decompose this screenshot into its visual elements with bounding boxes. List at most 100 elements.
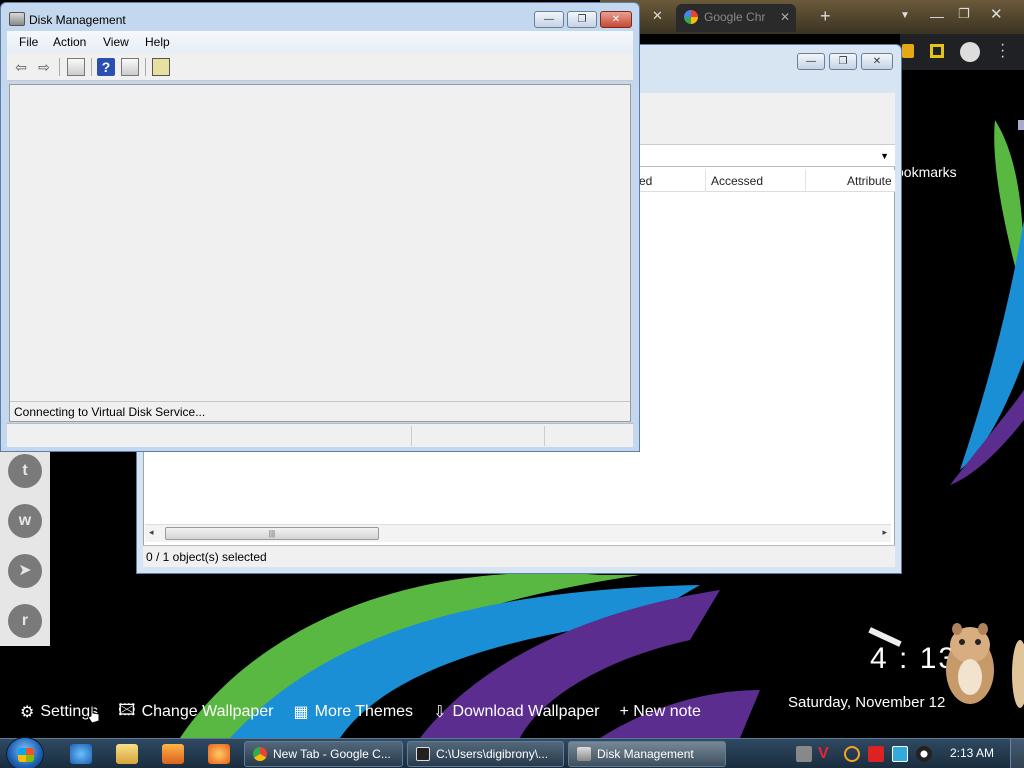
windows-logo-icon xyxy=(18,748,34,762)
google-icon xyxy=(684,10,698,24)
chevron-down-icon[interactable]: ▼ xyxy=(900,10,910,21)
internet-explorer-icon[interactable] xyxy=(70,744,92,764)
reddit-icon[interactable]: r xyxy=(8,604,42,638)
menu-help[interactable]: Help xyxy=(145,35,170,49)
scrollbar-thumb[interactable]: ||| xyxy=(165,527,379,540)
media-player-icon[interactable] xyxy=(162,744,184,764)
taskbar-item-label: New Tab - Google C... xyxy=(273,747,391,761)
horizontal-scrollbar[interactable]: ◂ ||| ▸ xyxy=(145,524,891,542)
picture-icon: 🖾 xyxy=(118,701,136,719)
selection-status: 0 / 1 object(s) selected xyxy=(146,550,267,564)
disk-management-window: Disk Management — ❐ ✕ File Action View H… xyxy=(0,2,640,452)
change-wallpaper-label: Change Wallpaper xyxy=(141,703,274,720)
folder-icon[interactable] xyxy=(116,744,138,764)
back-arrow-icon[interactable]: ⇦ xyxy=(12,58,30,76)
menu-view[interactable]: View xyxy=(103,35,129,49)
download-wallpaper-label: Download Wallpaper xyxy=(452,703,600,720)
7zip-icon xyxy=(416,747,430,761)
column-modified[interactable]: ed xyxy=(639,174,652,188)
gear-icon: ⚙ xyxy=(20,704,35,721)
more-themes-label: More Themes xyxy=(314,703,414,720)
toolbar-separator xyxy=(91,58,92,76)
column-separator[interactable] xyxy=(705,170,706,192)
close-button[interactable]: ✕ xyxy=(861,53,893,70)
scroll-indicator xyxy=(1018,120,1024,130)
date: Saturday, November 12 xyxy=(788,694,946,711)
bottom-links: ⚙ Settings 🖾 Change Wallpaper ▦ More Themes… xyxy=(0,700,701,724)
antivirus-tray-icon[interactable]: V xyxy=(818,746,834,762)
disk-management-statusbar xyxy=(7,423,633,447)
close-icon[interactable]: ✕ xyxy=(652,8,663,24)
close-button[interactable]: ✕ xyxy=(600,11,632,28)
minimize-icon[interactable]: — xyxy=(930,8,944,24)
disk-management-icon xyxy=(9,12,25,26)
hand-cursor-icon xyxy=(87,705,100,724)
taskbar: New Tab - Google C... C:\Users\digibrony… xyxy=(0,737,1024,768)
new-note-label: + New note xyxy=(619,703,701,720)
extension-icon[interactable] xyxy=(930,44,944,58)
menu-bar: File Action View Help xyxy=(7,31,633,53)
column-separator[interactable] xyxy=(805,170,806,192)
app-icon[interactable] xyxy=(208,744,230,764)
toolbar-separator xyxy=(145,58,146,76)
show-hide-tree-icon[interactable] xyxy=(67,58,85,76)
toolbar: ⇦ ⇨ ? xyxy=(7,53,633,81)
menu-file[interactable]: File xyxy=(19,35,38,49)
extension-icon[interactable] xyxy=(902,44,914,58)
properties-icon[interactable] xyxy=(152,58,170,76)
status-separator xyxy=(411,426,412,446)
new-note-link[interactable]: + New note xyxy=(620,703,701,721)
explorer-statusbar: 0 / 1 object(s) selected xyxy=(143,545,895,567)
grid-icon: ▦ xyxy=(293,704,309,721)
change-wallpaper-link[interactable]: 🖾 Change Wallpaper xyxy=(118,699,273,726)
forward-arrow-icon[interactable]: ⇨ xyxy=(35,58,53,76)
taskbar-item-label: Disk Management xyxy=(597,747,694,761)
status-separator xyxy=(544,426,545,446)
kebab-menu-icon[interactable]: · · · xyxy=(1000,37,1005,65)
start-button[interactable] xyxy=(6,737,44,768)
chrome-tab[interactable]: Google Chr ✕ xyxy=(676,4,796,32)
scroll-right-icon[interactable]: ▸ xyxy=(882,527,887,538)
connecting-message: Connecting to Virtual Disk Service... xyxy=(10,401,630,421)
disk-management-icon xyxy=(577,747,591,761)
download-wallpaper-link[interactable]: ⇩ Download Wallpaper xyxy=(433,702,599,722)
restore-icon[interactable]: ❐ xyxy=(958,6,970,22)
minimize-button[interactable]: — xyxy=(534,11,564,28)
twitter-icon[interactable]: t xyxy=(8,454,42,488)
taskbar-item-disk-management[interactable]: Disk Management xyxy=(568,741,726,767)
chevron-down-icon[interactable]: ▼ xyxy=(880,151,889,161)
minimize-button[interactable]: — xyxy=(797,53,825,70)
chrome-tab-label: Google Chr xyxy=(704,10,766,24)
social-sidebar: t w ➤ r xyxy=(0,448,50,646)
display-tray-icon[interactable] xyxy=(892,746,908,762)
column-attributes[interactable]: Attribute xyxy=(847,174,892,188)
help-icon[interactable]: ? xyxy=(97,58,115,76)
show-action-pane-icon[interactable] xyxy=(121,58,139,76)
avatar[interactable] xyxy=(960,42,980,62)
whatsapp-icon[interactable]: w xyxy=(8,504,42,538)
close-icon[interactable]: ✕ xyxy=(990,5,1003,23)
window-title: Disk Management xyxy=(29,13,126,27)
taskbar-clock[interactable]: 2:13 AM xyxy=(950,746,994,760)
column-accessed[interactable]: Accessed xyxy=(711,174,763,188)
more-themes-link[interactable]: ▦ More Themes xyxy=(294,702,414,722)
taskbar-item-7zip[interactable]: C:\Users\digibrony\... xyxy=(407,741,564,767)
taskbar-item-chrome[interactable]: New Tab - Google C... xyxy=(244,741,403,767)
toolbar-separator xyxy=(59,58,60,76)
flag-tray-icon[interactable] xyxy=(868,746,884,762)
search-tray-icon[interactable] xyxy=(844,746,860,762)
maximize-button[interactable]: ❐ xyxy=(829,53,857,70)
show-desktop-button[interactable] xyxy=(1010,739,1024,768)
disk-management-content: Connecting to Virtual Disk Service... xyxy=(9,84,631,422)
menu-action[interactable]: Action xyxy=(53,35,86,49)
telegram-icon[interactable]: ➤ xyxy=(8,554,42,588)
maximize-button[interactable]: ❐ xyxy=(567,11,597,28)
taskbar-item-label: C:\Users\digibrony\... xyxy=(436,747,549,761)
close-icon[interactable]: ✕ xyxy=(780,10,790,24)
download-icon: ⇩ xyxy=(433,704,447,721)
scroll-left-icon[interactable]: ◂ xyxy=(149,527,154,538)
volume-tray-icon[interactable] xyxy=(916,746,932,762)
tray-icon[interactable] xyxy=(796,746,812,762)
new-tab-icon[interactable]: + xyxy=(820,6,831,27)
bookmarks-label[interactable]: ookmarks xyxy=(896,164,957,180)
